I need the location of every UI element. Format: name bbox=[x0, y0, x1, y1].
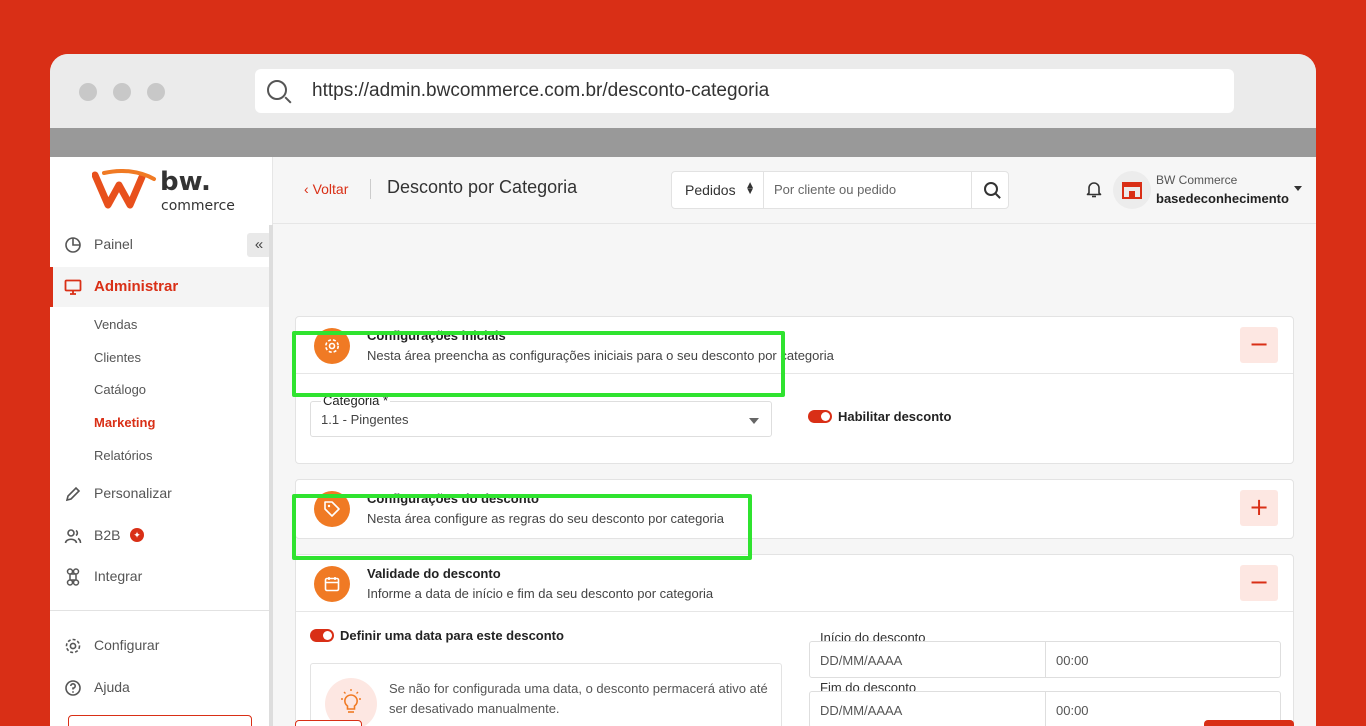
url-text: https://admin.bwcommerce.com.br/desconto… bbox=[312, 80, 770, 101]
monitor-icon bbox=[64, 279, 82, 295]
header-divider bbox=[370, 179, 371, 199]
start-date-input[interactable]: DD/MM/AAAA bbox=[810, 642, 1046, 677]
app: bw. commerce « Painel Administrar Vendas… bbox=[50, 157, 1316, 726]
sidebar-item-label: Personalizar bbox=[94, 485, 172, 501]
expand-button[interactable]: + bbox=[1240, 490, 1278, 526]
sidebar-item-label: Configurar bbox=[94, 637, 160, 653]
sidebar: bw. commerce « Painel Administrar Vendas… bbox=[50, 157, 273, 726]
end-date-input[interactable]: DD/MM/AAAA bbox=[810, 692, 1046, 726]
calendar-icon bbox=[314, 566, 350, 602]
logo[interactable]: bw. commerce bbox=[92, 167, 252, 215]
pencil-icon bbox=[65, 486, 81, 502]
save-button[interactable] bbox=[1204, 720, 1294, 726]
gear-icon bbox=[65, 638, 81, 654]
sidebar-subitem-clientes[interactable]: Clientes bbox=[94, 350, 141, 365]
search-input[interactable]: Por cliente ou pedido bbox=[774, 182, 896, 197]
highlight-category bbox=[292, 331, 785, 397]
highlight-validity bbox=[292, 494, 752, 560]
chevron-left-icon: ‹ bbox=[304, 181, 313, 197]
back-label: Voltar bbox=[312, 181, 349, 197]
avatar[interactable] bbox=[1113, 171, 1151, 209]
define-date-label: Definir uma data para este desconto bbox=[340, 628, 564, 643]
lightbulb-icon bbox=[325, 678, 377, 726]
sidebar-item-painel[interactable]: Painel bbox=[50, 225, 269, 265]
sidebar-item-personalizar[interactable]: Personalizar bbox=[50, 474, 269, 514]
browser-toolbar-band bbox=[50, 128, 1316, 157]
address-bar[interactable]: https://admin.bwcommerce.com.br/desconto… bbox=[255, 69, 1234, 113]
card-validity: Validade do desconto Informe a data de i… bbox=[295, 554, 1294, 726]
card-subtitle: Informe a data de início e fim da seu de… bbox=[367, 586, 714, 601]
window-dot-maximize[interactable] bbox=[147, 83, 165, 101]
search-scope-select[interactable]: Pedidos ▲ ▼ bbox=[672, 172, 764, 208]
pie-chart-icon bbox=[65, 237, 81, 253]
bell-icon[interactable] bbox=[1084, 179, 1104, 199]
user-name: basedeconhecimento bbox=[1156, 191, 1289, 206]
users-icon bbox=[64, 529, 82, 544]
search-group: Pedidos ▲ ▼ Por cliente ou pedido bbox=[671, 171, 1009, 209]
sidebar-scrollbar[interactable] bbox=[269, 225, 273, 726]
collapse-button[interactable]: − bbox=[1240, 327, 1278, 363]
sidebar-subitem-catalogo[interactable]: Catálogo bbox=[94, 382, 146, 397]
window-dot-close[interactable] bbox=[79, 83, 97, 101]
sidebar-item-ajuda[interactable]: Ajuda bbox=[50, 668, 269, 708]
back-link[interactable]: ‹ Voltar bbox=[304, 181, 348, 197]
page-title: Desconto por Categoria bbox=[387, 177, 578, 197]
logo-mark-icon bbox=[92, 169, 156, 209]
sidebar-subitem-relatorios[interactable]: Relatórios bbox=[94, 448, 153, 463]
sidebar-item-administrar[interactable]: Administrar bbox=[50, 267, 269, 307]
sidebar-item-label: Integrar bbox=[94, 568, 143, 584]
category-select[interactable]: Categoria * 1.1 - Pingentes bbox=[310, 393, 772, 437]
define-date-toggle[interactable] bbox=[310, 629, 334, 642]
sidebar-subitem-marketing[interactable]: Marketing bbox=[94, 415, 155, 430]
search-scope-value: Pedidos bbox=[685, 182, 736, 198]
chevron-down-icon[interactable] bbox=[1294, 186, 1302, 191]
command-icon bbox=[66, 568, 80, 586]
browser-window: https://admin.bwcommerce.com.br/desconto… bbox=[50, 54, 1316, 726]
sidebar-item-label: B2B bbox=[94, 527, 121, 543]
card-title: Validade do desconto bbox=[367, 566, 501, 581]
help-icon bbox=[65, 680, 81, 696]
search-button[interactable] bbox=[971, 172, 1009, 208]
start-date-group: DD/MM/AAAA 00:00 bbox=[809, 641, 1281, 678]
new-badge-icon: ✦ bbox=[130, 528, 144, 542]
search-icon bbox=[267, 80, 287, 100]
store-icon bbox=[1122, 182, 1142, 199]
enable-discount-toggle[interactable] bbox=[808, 410, 832, 423]
enable-discount-label: Habilitar desconto bbox=[838, 409, 952, 424]
sidebar-item-label: Administrar bbox=[94, 278, 179, 295]
sidebar-item-b2b[interactable]: B2B ✦ bbox=[50, 516, 269, 556]
logo-brand: bw. bbox=[160, 167, 211, 197]
sidebar-subitem-vendas[interactable]: Vendas bbox=[94, 317, 137, 332]
info-text: Se não for configurada uma data, o desco… bbox=[389, 681, 768, 716]
info-box: Se não for configurada uma data, o desco… bbox=[310, 663, 782, 726]
sidebar-bottom-button[interactable] bbox=[68, 715, 252, 726]
browser-chrome: https://admin.bwcommerce.com.br/desconto… bbox=[50, 54, 1316, 128]
card-header: Validade do desconto Informe a data de i… bbox=[296, 555, 1293, 612]
category-value: 1.1 - Pingentes bbox=[321, 412, 409, 427]
sidebar-item-configurar[interactable]: Configurar bbox=[50, 626, 269, 666]
select-arrows-icon: ▲ ▼ bbox=[745, 180, 755, 197]
start-time-input[interactable]: 00:00 bbox=[1046, 642, 1280, 677]
logo-tagline: commerce bbox=[161, 198, 235, 214]
cancel-button[interactable] bbox=[295, 720, 362, 726]
sidebar-item-integrar[interactable]: Integrar bbox=[50, 557, 269, 597]
window-dot-minimize[interactable] bbox=[113, 83, 131, 101]
sidebar-item-label: Ajuda bbox=[94, 679, 130, 695]
chevron-down-icon bbox=[749, 418, 759, 424]
top-bar: ‹ Voltar Desconto por Categoria Pedidos … bbox=[273, 157, 1316, 224]
user-company: BW Commerce bbox=[1156, 173, 1238, 187]
sidebar-divider bbox=[50, 610, 269, 611]
search-icon bbox=[984, 182, 998, 196]
sidebar-item-label: Painel bbox=[94, 236, 133, 252]
collapse-button[interactable]: − bbox=[1240, 565, 1278, 601]
